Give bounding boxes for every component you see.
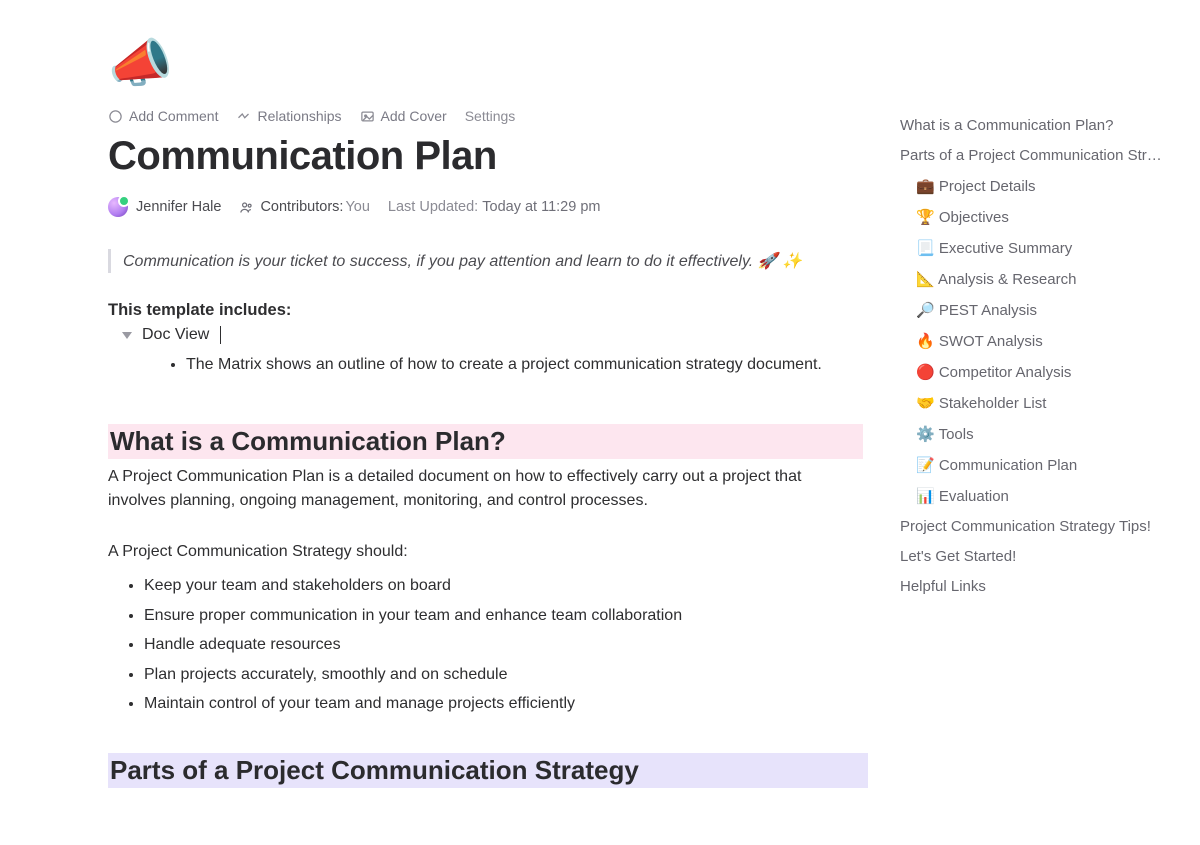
relationships-label: Relationships <box>257 108 341 124</box>
list-item[interactable]: The Matrix shows an outline of how to cr… <box>186 352 828 378</box>
caret-down-icon <box>122 332 132 339</box>
template-includes-heading[interactable]: This template includes: <box>108 301 868 320</box>
text-cursor <box>220 326 221 344</box>
list-item[interactable]: Handle adequate resources <box>144 630 868 660</box>
page-toolbar: Add Comment Relationships Add Cover Sett… <box>108 108 868 124</box>
outline-sublink[interactable]: 📝 Communication Plan <box>900 449 1170 480</box>
relationships-button[interactable]: Relationships <box>236 108 341 124</box>
heading-parts[interactable]: Parts of a Project Communication Strateg… <box>108 753 868 788</box>
outline-link[interactable]: Project Communication Strategy Tips! <box>900 511 1170 541</box>
add-comment-label: Add Comment <box>129 108 218 124</box>
outline-sidebar: What is a Communication Plan? Parts of a… <box>900 110 1170 601</box>
outline-sublink[interactable]: 🤝 Stakeholder List <box>900 387 1170 418</box>
author-chip[interactable]: Jennifer Hale <box>108 197 221 217</box>
last-updated: Last Updated: Today at 11:29 pm <box>388 199 601 215</box>
quote-block[interactable]: Communication is your ticket to success,… <box>108 249 868 273</box>
outline-sublink[interactable]: ⚙️ Tools <box>900 418 1170 449</box>
list-item[interactable]: Ensure proper communication in your team… <box>144 601 868 631</box>
image-icon <box>360 109 375 124</box>
list-item[interactable]: Maintain control of your team and manage… <box>144 689 868 719</box>
outline-sublink[interactable]: 🔎 PEST Analysis <box>900 294 1170 325</box>
strategy-bullets: Keep your team and stakeholders on board… <box>144 571 868 719</box>
updated-value: Today at 11:29 pm <box>482 199 600 215</box>
page-meta: Jennifer Hale Contributors: You Last Upd… <box>108 197 868 217</box>
outline-link[interactable]: Helpful Links <box>900 571 1170 601</box>
add-comment-button[interactable]: Add Comment <box>108 108 218 124</box>
doc-view-label: Doc View <box>142 326 209 344</box>
outline-sublink[interactable]: 📐 Analysis & Research <box>900 263 1170 294</box>
outline-sublink[interactable]: 🏆 Objectives <box>900 201 1170 232</box>
contributors-chip[interactable]: Contributors: You <box>239 199 369 215</box>
settings-button[interactable]: Settings <box>465 108 516 124</box>
add-cover-button[interactable]: Add Cover <box>360 108 447 124</box>
contributors-value: You <box>345 199 369 215</box>
paragraph[interactable]: A Project Communication Strategy should: <box>108 540 868 565</box>
page-icon[interactable]: 📣 <box>108 38 868 90</box>
outline-link[interactable]: What is a Communication Plan? <box>900 110 1170 140</box>
author-name: Jennifer Hale <box>136 199 221 215</box>
people-icon <box>239 200 254 215</box>
contributors-label: Contributors: <box>260 199 343 215</box>
list-item[interactable]: Plan projects accurately, smoothly and o… <box>144 660 868 690</box>
relationships-icon <box>236 109 251 124</box>
page-title[interactable]: Communication Plan <box>108 134 868 179</box>
paragraph[interactable]: A Project Communication Plan is a detail… <box>108 465 868 515</box>
outline-link[interactable]: Parts of a Project Communication Strateg… <box>900 140 1170 170</box>
outline-sublink[interactable]: 💼 Project Details <box>900 170 1170 201</box>
outline-link[interactable]: Let's Get Started! <box>900 541 1170 571</box>
avatar <box>108 197 128 217</box>
comment-icon <box>108 109 123 124</box>
outline-sublink[interactable]: 🔥 SWOT Analysis <box>900 325 1170 356</box>
doc-view-toggle[interactable]: Doc View <box>122 326 868 344</box>
outline-sublink[interactable]: 📊 Evaluation <box>900 480 1170 511</box>
outline-sublink[interactable]: 🔴 Competitor Analysis <box>900 356 1170 387</box>
outline-sublink[interactable]: 📃 Executive Summary <box>900 232 1170 263</box>
list-item[interactable]: Keep your team and stakeholders on board <box>144 571 868 601</box>
add-cover-label: Add Cover <box>381 108 447 124</box>
heading-what-is[interactable]: What is a Communication Plan? <box>108 424 863 459</box>
updated-label: Last Updated: <box>388 199 478 215</box>
